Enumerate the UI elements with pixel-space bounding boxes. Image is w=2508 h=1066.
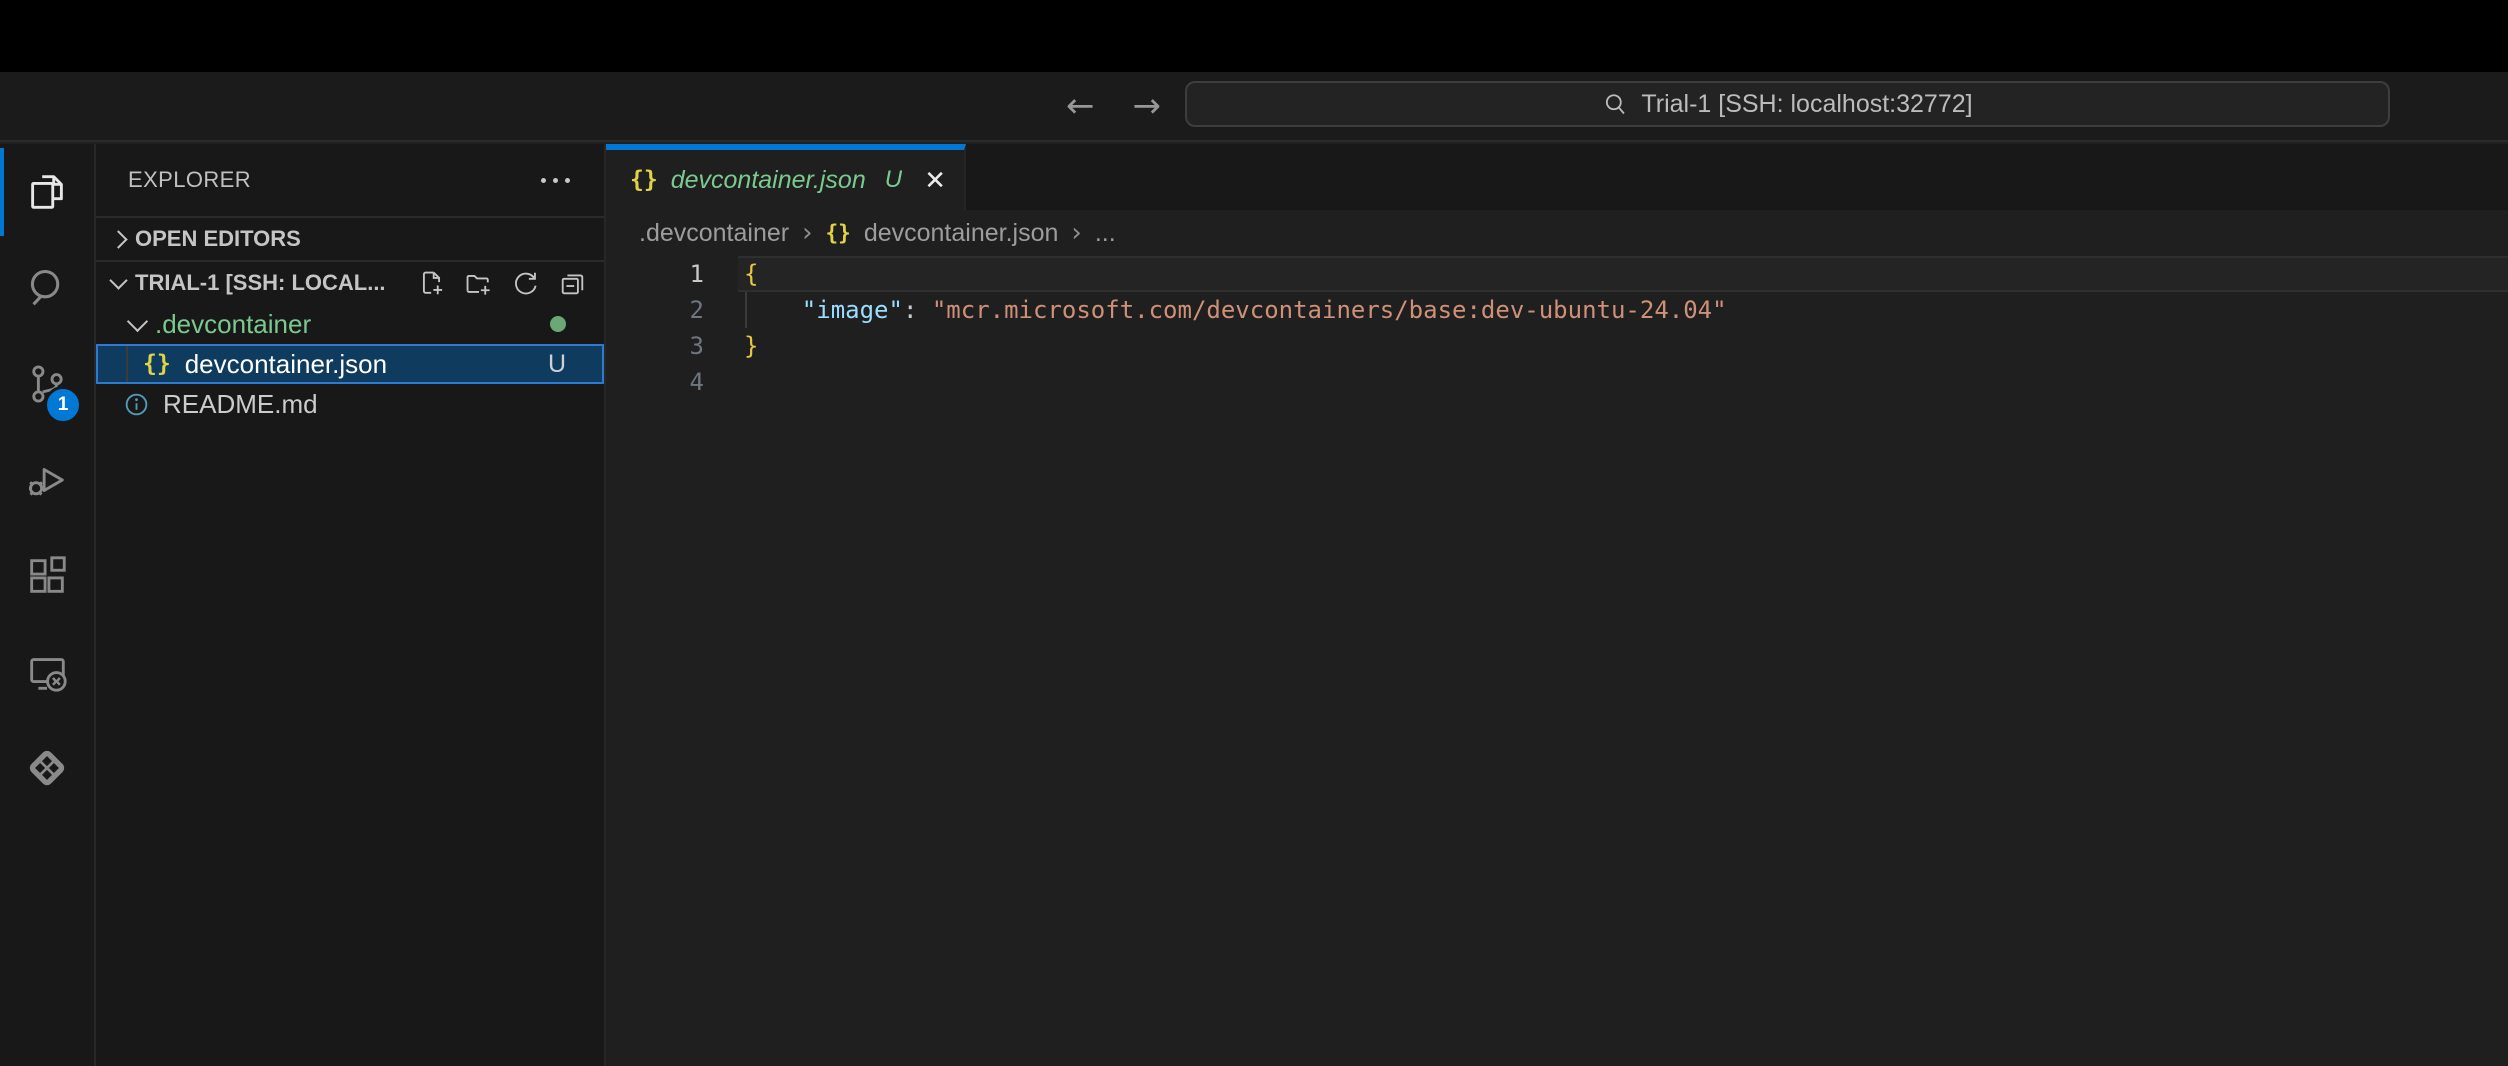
tab-devcontainer-json[interactable]: {} devcontainer.json U ✕ <box>606 144 966 210</box>
section-workspace[interactable]: TRIAL-1 [SSH: LOCAL... <box>96 260 604 304</box>
markdown-info-icon <box>124 392 149 417</box>
tree-row-devcontainer-folder[interactable]: .devcontainer <box>96 304 604 344</box>
file-name: README.md <box>163 389 318 420</box>
breadcrumb-symbol-ellipsis[interactable]: ... <box>1095 219 1116 248</box>
colon-token: : <box>903 296 932 324</box>
sidebar-title-row: EXPLORER <box>96 144 604 216</box>
new-file-icon[interactable] <box>418 270 445 297</box>
tab-label: devcontainer.json <box>671 166 866 195</box>
activity-explorer[interactable] <box>0 144 94 240</box>
git-untracked-dot <box>550 316 566 332</box>
tab-git-badge: U <box>885 166 902 194</box>
activity-run-debug[interactable] <box>0 432 94 528</box>
json-file-icon: {} <box>143 351 171 377</box>
code-line: 1 { <box>606 256 2508 292</box>
editor-group: {} devcontainer.json U ✕ .devcontainer ›… <box>606 144 2508 1066</box>
search-icon <box>1602 91 1629 118</box>
activity-diamond-grid[interactable] <box>0 720 94 816</box>
remote-explorer-icon <box>24 649 70 695</box>
chevron-down-icon <box>127 310 148 331</box>
tree-row-readme[interactable]: README.md <box>96 384 604 424</box>
sidebar-title: EXPLORER <box>128 167 251 193</box>
workbench: 1 <box>0 144 2508 1066</box>
json-file-icon: {} <box>826 221 851 245</box>
code-editor[interactable]: 1 { 2 "image": "mcr.microsoft.com/devcon… <box>606 256 2508 1066</box>
folder-name: .devcontainer <box>155 309 311 340</box>
activity-search[interactable] <box>0 240 94 336</box>
activity-source-control[interactable]: 1 <box>0 336 94 432</box>
indent-token <box>744 296 802 324</box>
file-tree: .devcontainer {} devcontainer.json U REA… <box>96 304 604 424</box>
activity-remote-explorer[interactable] <box>0 624 94 720</box>
search-icon <box>24 265 70 311</box>
code-line: 4 <box>606 364 2508 400</box>
code-line: 3 } <box>606 328 2508 364</box>
chevron-right-icon <box>109 230 127 248</box>
collapse-all-icon[interactable] <box>559 270 586 297</box>
history-navigation: ← → <box>1062 72 1165 140</box>
window-title: Trial-1 [SSH: localhost:32772] <box>1641 90 1972 119</box>
run-and-debug-icon <box>24 457 70 503</box>
diamond-grid-icon <box>24 745 70 791</box>
scm-changes-badge: 1 <box>44 386 82 424</box>
close-brace-token: } <box>744 332 758 360</box>
close-icon[interactable]: ✕ <box>922 165 948 195</box>
vscode-window: ← → Trial-1 [SSH: localhost:32772] <box>0 0 2508 1066</box>
explorer-actions <box>418 270 604 297</box>
command-center-search[interactable]: Trial-1 [SSH: localhost:32772] <box>1185 81 2390 127</box>
breadcrumb-separator-icon: › <box>1071 218 1081 248</box>
back-arrow-icon[interactable]: ← <box>1062 89 1099 123</box>
title-bar: ← → Trial-1 [SSH: localhost:32772] <box>0 72 2508 142</box>
section-open-editors[interactable]: OPEN EDITORS <box>96 216 604 260</box>
json-string-token: "mcr.microsoft.com/devcontainers/base:de… <box>932 296 1727 324</box>
open-editors-label: OPEN EDITORS <box>135 226 301 252</box>
breadcrumb-folder[interactable]: .devcontainer <box>639 219 789 248</box>
extensions-icon <box>24 553 70 599</box>
macos-menubar-strip <box>0 0 2508 72</box>
activity-bar: 1 <box>0 144 96 1066</box>
line-number: 1 <box>606 256 704 292</box>
chevron-down-icon <box>109 271 127 289</box>
files-icon <box>24 169 70 215</box>
tree-indent-guide <box>126 346 128 382</box>
forward-arrow-icon[interactable]: → <box>1129 89 1166 123</box>
tab-bar: {} devcontainer.json U ✕ <box>606 144 2508 210</box>
workspace-label: TRIAL-1 [SSH: LOCAL... <box>135 270 386 296</box>
breadcrumb-separator-icon: › <box>802 218 812 248</box>
json-file-icon: {} <box>630 167 658 193</box>
activity-extensions[interactable] <box>0 528 94 624</box>
more-actions-icon[interactable] <box>541 178 570 183</box>
line-number: 2 <box>606 292 704 328</box>
tree-row-devcontainer-json[interactable]: {} devcontainer.json U <box>96 344 604 384</box>
breadcrumb-file[interactable]: devcontainer.json <box>864 219 1059 248</box>
line-number: 3 <box>606 328 704 364</box>
open-brace-token: { <box>744 260 758 288</box>
new-folder-icon[interactable] <box>465 270 492 297</box>
breadcrumb: .devcontainer › {} devcontainer.json › .… <box>606 210 2508 256</box>
explorer-sidebar: EXPLORER OPEN EDITORS TRIAL-1 [SSH: LOCA… <box>96 144 606 1066</box>
json-key-token: "image" <box>802 296 903 324</box>
file-name: devcontainer.json <box>185 349 387 380</box>
git-untracked-badge: U <box>548 350 566 379</box>
line-number: 4 <box>606 364 704 400</box>
code-line: 2 "image": "mcr.microsoft.com/devcontain… <box>606 292 2508 328</box>
refresh-icon[interactable] <box>512 270 539 297</box>
